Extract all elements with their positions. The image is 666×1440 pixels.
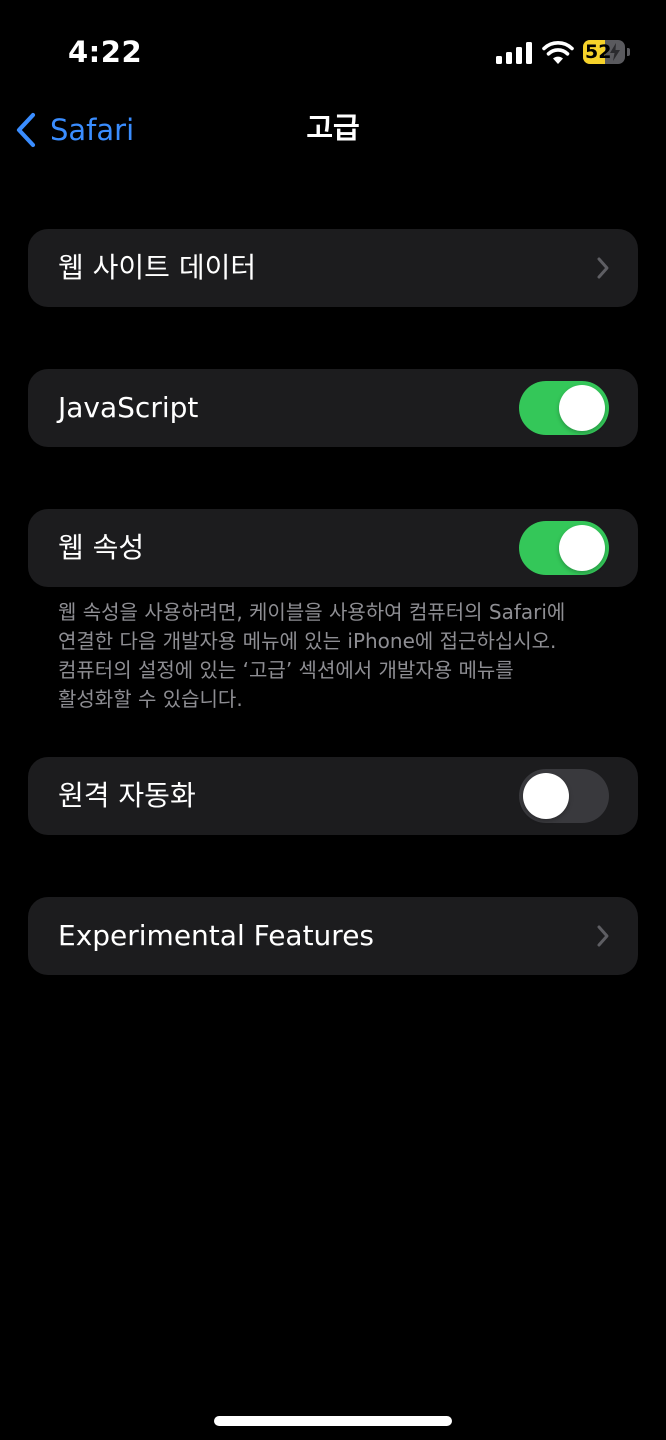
status-time: 4:22 — [68, 35, 143, 69]
javascript-toggle[interactable] — [519, 381, 609, 435]
web-inspector-row: 웹 속성 — [28, 509, 638, 587]
web-inspector-label: 웹 속성 — [58, 531, 145, 564]
javascript-row: JavaScript — [28, 369, 638, 447]
website-data-row[interactable]: 웹 사이트 데이터 — [28, 229, 638, 307]
chevron-right-icon — [597, 925, 609, 947]
web-inspector-footer-note: 웹 속성을 사용하려면, 케이블을 사용하여 컴퓨터의 Safari에 연결한 … — [58, 598, 628, 714]
navigation-bar: Safari 고급 — [0, 100, 666, 160]
toggle-knob — [559, 525, 605, 571]
wifi-icon — [542, 41, 574, 64]
website-data-label: 웹 사이트 데이터 — [58, 251, 257, 284]
footer-note-line: 활성화할 수 있습니다. — [58, 687, 243, 711]
remote-automation-label: 원격 자동화 — [58, 779, 196, 812]
cellular-signal-icon — [496, 42, 532, 64]
page-title: 고급 — [306, 111, 360, 145]
battery-percent: 52 — [585, 41, 612, 63]
home-indicator[interactable] — [214, 1416, 452, 1426]
footer-note-line: 컴퓨터의 설정에 있는 ‘고급’ 섹션에서 개발자용 메뉴를 — [58, 658, 514, 682]
battery-cap — [627, 48, 630, 56]
javascript-label: JavaScript — [58, 391, 199, 424]
footer-note-line: 웹 속성을 사용하려면, 케이블을 사용하여 컴퓨터의 Safari에 — [58, 600, 566, 624]
web-inspector-toggle[interactable] — [519, 521, 609, 575]
chevron-right-icon — [597, 257, 609, 279]
experimental-features-row[interactable]: Experimental Features — [28, 897, 638, 975]
charging-bolt-icon — [610, 43, 620, 61]
remote-automation-row: 원격 자동화 — [28, 757, 638, 835]
battery-body: 52 — [583, 40, 625, 64]
toggle-knob — [523, 773, 569, 819]
battery-icon: 52 — [583, 40, 631, 64]
experimental-features-label: Experimental Features — [58, 919, 375, 952]
status-bar: 4:22 52 — [0, 0, 666, 100]
toggle-knob — [559, 385, 605, 431]
footer-note-line: 연결한 다음 개발자용 메뉴에 있는 iPhone에 접근하십시오. — [58, 629, 557, 653]
remote-automation-toggle[interactable] — [519, 769, 609, 823]
